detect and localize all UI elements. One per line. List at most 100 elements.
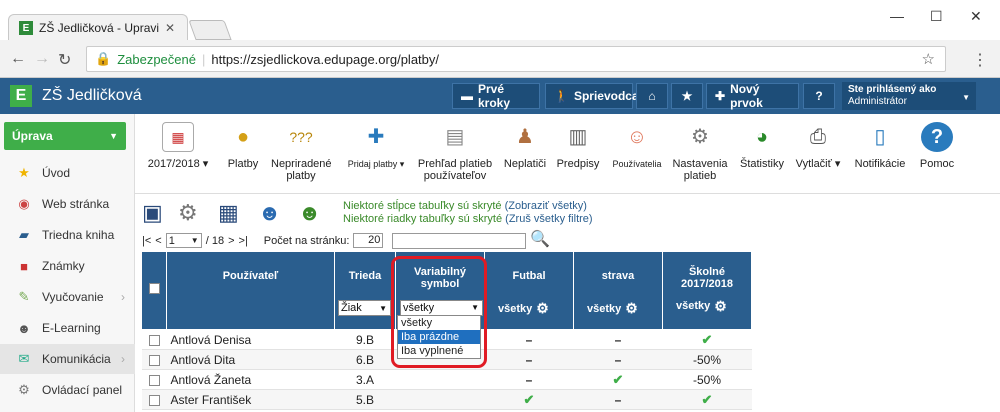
toolbar-pouzivatelia[interactable]: ☺ Používatelia	[607, 122, 667, 170]
table-row[interactable]: Aster František 5.B ✔ – ✔	[141, 389, 752, 410]
toolbar-platby[interactable]: ● Platby	[223, 122, 263, 170]
toolbar-nepriradene[interactable]: ??? Nepriradené platby	[271, 122, 332, 182]
futbal-cell[interactable]: –	[484, 329, 574, 350]
help-button[interactable]: ?	[803, 83, 835, 109]
sidebar-item-web[interactable]: ◉ Web stránka	[0, 189, 135, 219]
reload-icon[interactable]: ↻	[58, 50, 71, 70]
header-skolne[interactable]: Školné 2017/2018 všetky ⚙	[662, 251, 752, 330]
help-icon: ?	[921, 122, 953, 152]
skolne-cell[interactable]: -50%	[662, 369, 752, 390]
clear-filters-link[interactable]: (Zruš všetky filtre)	[505, 213, 592, 225]
header-class[interactable]: Trieda Žiak ▼	[334, 251, 396, 330]
pager-prev[interactable]: <	[155, 235, 161, 247]
home-button[interactable]: ⌂	[636, 83, 668, 109]
address-bar[interactable]: 🔒 Zabezpečené | https://zsjedlickova.edu…	[86, 46, 946, 72]
search-input[interactable]	[392, 233, 526, 249]
toolbar-nastavenia[interactable]: ⚙ Nastavenia platieb	[669, 122, 731, 182]
pager-first[interactable]: |<	[142, 235, 151, 247]
minimize-icon[interactable]: —	[890, 8, 904, 24]
header-futbal[interactable]: Futbal všetky ⚙	[484, 251, 574, 330]
row-checkbox[interactable]	[148, 394, 160, 406]
skolne-filter[interactable]: všetky ⚙	[676, 299, 727, 313]
strava-filter[interactable]: všetky ⚙	[587, 300, 638, 317]
settings-icon: ⚙	[691, 126, 709, 148]
skolne-cell[interactable]: -50%	[662, 349, 752, 370]
gear-icon[interactable]: ⚙	[625, 300, 638, 317]
strava-cell[interactable]: ✔	[573, 369, 663, 390]
futbal-cell[interactable]: –	[484, 349, 574, 370]
varsym-cell[interactable]	[395, 389, 485, 410]
browser-menu-icon[interactable]: ⋮	[972, 50, 988, 70]
header-strava[interactable]: strava všetky ⚙	[573, 251, 663, 330]
lock-icon: 🔒	[95, 51, 112, 66]
sidebar-section-uprava[interactable]: Úprava ▼	[4, 122, 126, 150]
guide-button[interactable]: 🚶 Sprievodca	[545, 83, 639, 109]
back-icon[interactable]: ←	[10, 50, 26, 68]
select-all-checkbox[interactable]	[148, 282, 160, 294]
futbal-cell[interactable]: ✔	[484, 389, 574, 410]
tab-title: ZŠ Jedličková - Upraviť vz	[39, 21, 159, 35]
row-checkbox[interactable]	[148, 374, 160, 386]
futbal-cell[interactable]: –	[484, 369, 574, 390]
toolbar-notifikacie[interactable]: ▯ Notifikácie	[851, 122, 909, 170]
header-user[interactable]: Používateľ	[166, 251, 335, 330]
gear-icon[interactable]: ⚙	[714, 299, 727, 313]
sidebar-item-vyucovanie[interactable]: ✎ Vyučovanie ›	[0, 282, 135, 312]
toolbar-pomoc[interactable]: ? Pomoc	[915, 122, 959, 170]
settings-icon[interactable]: ⚙	[178, 200, 208, 228]
pager-next[interactable]: >	[228, 235, 234, 247]
columns-icon[interactable]: ▦	[218, 200, 248, 228]
class-filter[interactable]: Žiak ▼	[338, 300, 391, 316]
save-icon[interactable]: ▣	[142, 200, 172, 228]
strava-cell[interactable]: –	[573, 349, 663, 370]
toolbar-neplatici[interactable]: ♟ Neplatiči	[501, 122, 549, 170]
per-page-input[interactable]: 20	[353, 233, 384, 248]
search-icon[interactable]: 🔍	[530, 229, 550, 249]
varsym-cell[interactable]	[395, 369, 485, 390]
show-all-link[interactable]: (Zobraziť všetky)	[505, 200, 587, 212]
user-name: Antlová Dita	[166, 349, 335, 370]
close-tab-icon[interactable]: ✕	[165, 21, 175, 35]
sidebar-item-triedna-kniha[interactable]: ▰ Triedna kniha	[0, 220, 135, 250]
new-item-button[interactable]: ✚ Nový prvok	[706, 82, 799, 110]
row-checkbox[interactable]	[148, 354, 160, 366]
pager-last[interactable]: >|	[239, 235, 248, 247]
strava-cell[interactable]: –	[573, 329, 663, 350]
add-user-icon[interactable]: ☻	[298, 200, 328, 228]
sidebar-item-znamky[interactable]: ■ Známky	[0, 251, 135, 281]
toolbar-pridaj-platby[interactable]: ✚ Pridaj platby ▾	[347, 122, 405, 170]
sidebar-item-uvod[interactable]: ★ Úvod	[0, 158, 135, 188]
first-steps-button[interactable]: ▬ Prvé kroky	[452, 82, 540, 110]
user-class: 3.A	[334, 369, 396, 390]
documents-icon: ▥	[568, 126, 588, 148]
new-tab-button[interactable]	[188, 20, 232, 40]
sidebar-item-ovladaci-panel[interactable]: ⚙ Ovládací panel	[0, 375, 135, 405]
notifications-icon: ▯	[874, 126, 886, 148]
table-row[interactable]: Antlová Žaneta 3.A – ✔ -50%	[141, 369, 752, 390]
futbal-filter[interactable]: všetky ⚙	[498, 300, 549, 317]
toolbar-predpisy[interactable]: ▥ Predpisy	[553, 122, 603, 170]
sidebar-item-komunikacia[interactable]: ✉ Komunikácia ›	[0, 344, 135, 374]
toolbar-statistiky[interactable]: ◕ Štatistiky	[737, 122, 787, 170]
user-name: Antlová Žaneta	[166, 369, 335, 390]
gear-icon[interactable]: ⚙	[536, 300, 549, 317]
row-checkbox[interactable]	[148, 334, 160, 346]
browser-tab[interactable]: E ZŠ Jedličková - Upraviť vz ✕	[8, 14, 188, 41]
maximize-icon[interactable]: ☐	[930, 8, 943, 25]
user-menu[interactable]: Ste prihlásený ako Administrátor ▼	[842, 82, 976, 110]
close-window-icon[interactable]: ✕	[970, 8, 982, 25]
toolbar-year[interactable]: ▦ 2017/2018 ▾	[147, 122, 209, 170]
book-icon: ▰	[19, 227, 29, 242]
skolne-cell[interactable]: ✔	[662, 329, 752, 350]
forward-icon[interactable]: →	[34, 50, 50, 68]
skolne-cell[interactable]: ✔	[662, 389, 752, 410]
strava-cell[interactable]: –	[573, 389, 663, 410]
toolbar-prehlad[interactable]: ▤ Prehľad platieb používateľov	[413, 122, 497, 182]
toolbar-vytlacit[interactable]: ⎙ Vytlačiť ▾	[791, 122, 845, 170]
sidebar-item-elearning[interactable]: ☻ E-Learning	[0, 313, 135, 343]
page-select[interactable]: 1 ▼	[165, 233, 202, 248]
star-icon: ★	[681, 89, 693, 103]
favorites-button[interactable]: ★	[671, 83, 703, 109]
bookmark-star-icon[interactable]: ☆	[922, 50, 935, 68]
user-icon[interactable]: ☻	[258, 200, 288, 228]
